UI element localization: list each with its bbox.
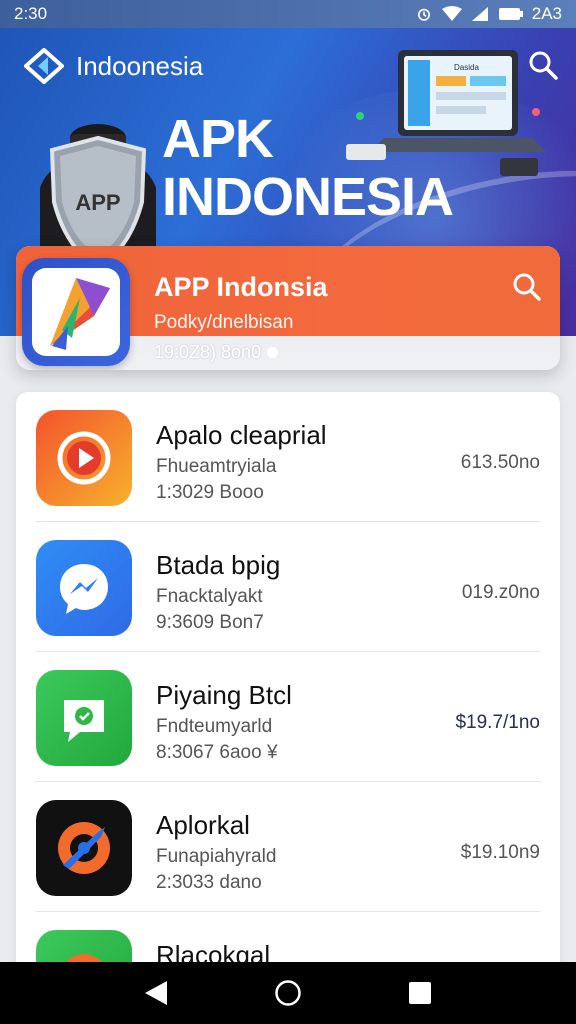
- hero-title-line1: APK: [162, 109, 274, 169]
- brand-name: Indoonesia: [76, 50, 204, 81]
- shield-text: APP: [75, 190, 120, 215]
- home-icon: [275, 980, 301, 1006]
- app-developer: Fnacktalyakt: [156, 586, 263, 607]
- status-right-text: 2A3: [531, 4, 562, 23]
- recents-button[interactable]: [405, 978, 435, 1008]
- status-bar: 2:30 2A3: [0, 0, 576, 28]
- app-list: Apalo cleaprial Fhueamtryiala 1:3029 Boo…: [16, 392, 560, 992]
- app-meta: 2:3033 dano: [156, 872, 262, 893]
- featured-app-icon: [22, 258, 130, 366]
- orbit-icon: [58, 822, 110, 874]
- home-button[interactable]: [273, 978, 303, 1008]
- back-icon: [145, 981, 167, 1005]
- app-price: $19.10n9: [460, 842, 540, 863]
- play-icon: [57, 431, 111, 485]
- app-developer: Funapiahyrald: [156, 846, 277, 867]
- list-item[interactable]: Apalo cleaprial Fhueamtryiala 1:3029 Boo…: [36, 392, 540, 522]
- status-time: 2:30: [14, 4, 48, 23]
- app-developer: Fhueamtryiala: [156, 456, 277, 477]
- laptop-screen-text: Dasida: [454, 63, 479, 72]
- app-icon: [36, 800, 132, 896]
- app-name: Apalo cleaprial: [156, 420, 327, 450]
- app-name: Aplorkal: [156, 810, 250, 840]
- app-price: 613.50no: [460, 452, 540, 473]
- app-name: Btada bpig: [156, 550, 281, 580]
- app-meta: 9:3609 Bon7: [156, 612, 264, 633]
- brand[interactable]: Indoonesia: [24, 48, 203, 84]
- app-developer: Fndteumyarld: [156, 716, 273, 737]
- back-button[interactable]: [141, 978, 171, 1008]
- dot-icon: [267, 347, 279, 358]
- app-price: 019.z0no: [461, 582, 540, 603]
- battery-icon: [498, 8, 523, 20]
- app-name: Piyaing Btcl: [156, 680, 292, 710]
- wifi-icon: [441, 6, 462, 21]
- featured-title: APP Indonsia: [154, 272, 328, 302]
- app-icon: [36, 670, 132, 766]
- recents-icon: [409, 982, 431, 1004]
- featured-app-card[interactable]: APP Indonsia Podky/dnelbisan 19:0Z8) 8on…: [16, 246, 560, 370]
- app-meta: 8:3067 6aoo ¥: [156, 742, 278, 763]
- hero-title-line2: INDONESIA: [162, 167, 454, 227]
- chat-bubble-icon: [64, 700, 104, 742]
- app-icon: [36, 410, 132, 506]
- hero-title: APK INDONESIA: [162, 109, 454, 227]
- list-item[interactable]: Piyaing Btcl Fndteumyarld 8:3067 6aoo ¥ …: [36, 652, 540, 782]
- status-icons: 2A3: [414, 4, 562, 24]
- app-icon: [36, 540, 132, 636]
- list-item[interactable]: Btada bpig Fnacktalyakt 9:3609 Bon7 019.…: [36, 522, 540, 652]
- messenger-icon: [60, 564, 108, 614]
- featured-meta: 19:0Z8) 8on0: [154, 342, 279, 363]
- arrow-logo-icon: [50, 278, 110, 350]
- featured-subtitle: Podky/dnelbisan: [154, 312, 294, 333]
- signal-icon: [471, 7, 488, 21]
- navigation-bar: [0, 962, 576, 1024]
- list-item[interactable]: Aplorkal Funapiahyrald 2:3033 dano $19.1…: [36, 782, 540, 912]
- alarm-icon: [417, 8, 430, 21]
- app-price: $19.7/1no: [455, 712, 540, 733]
- search-icon[interactable]: [512, 272, 542, 302]
- brand-logo-icon: [24, 48, 64, 84]
- featured-meta-text: 19:0Z8) 8on0: [154, 342, 262, 362]
- app-meta: 1:3029 Booo: [156, 482, 264, 503]
